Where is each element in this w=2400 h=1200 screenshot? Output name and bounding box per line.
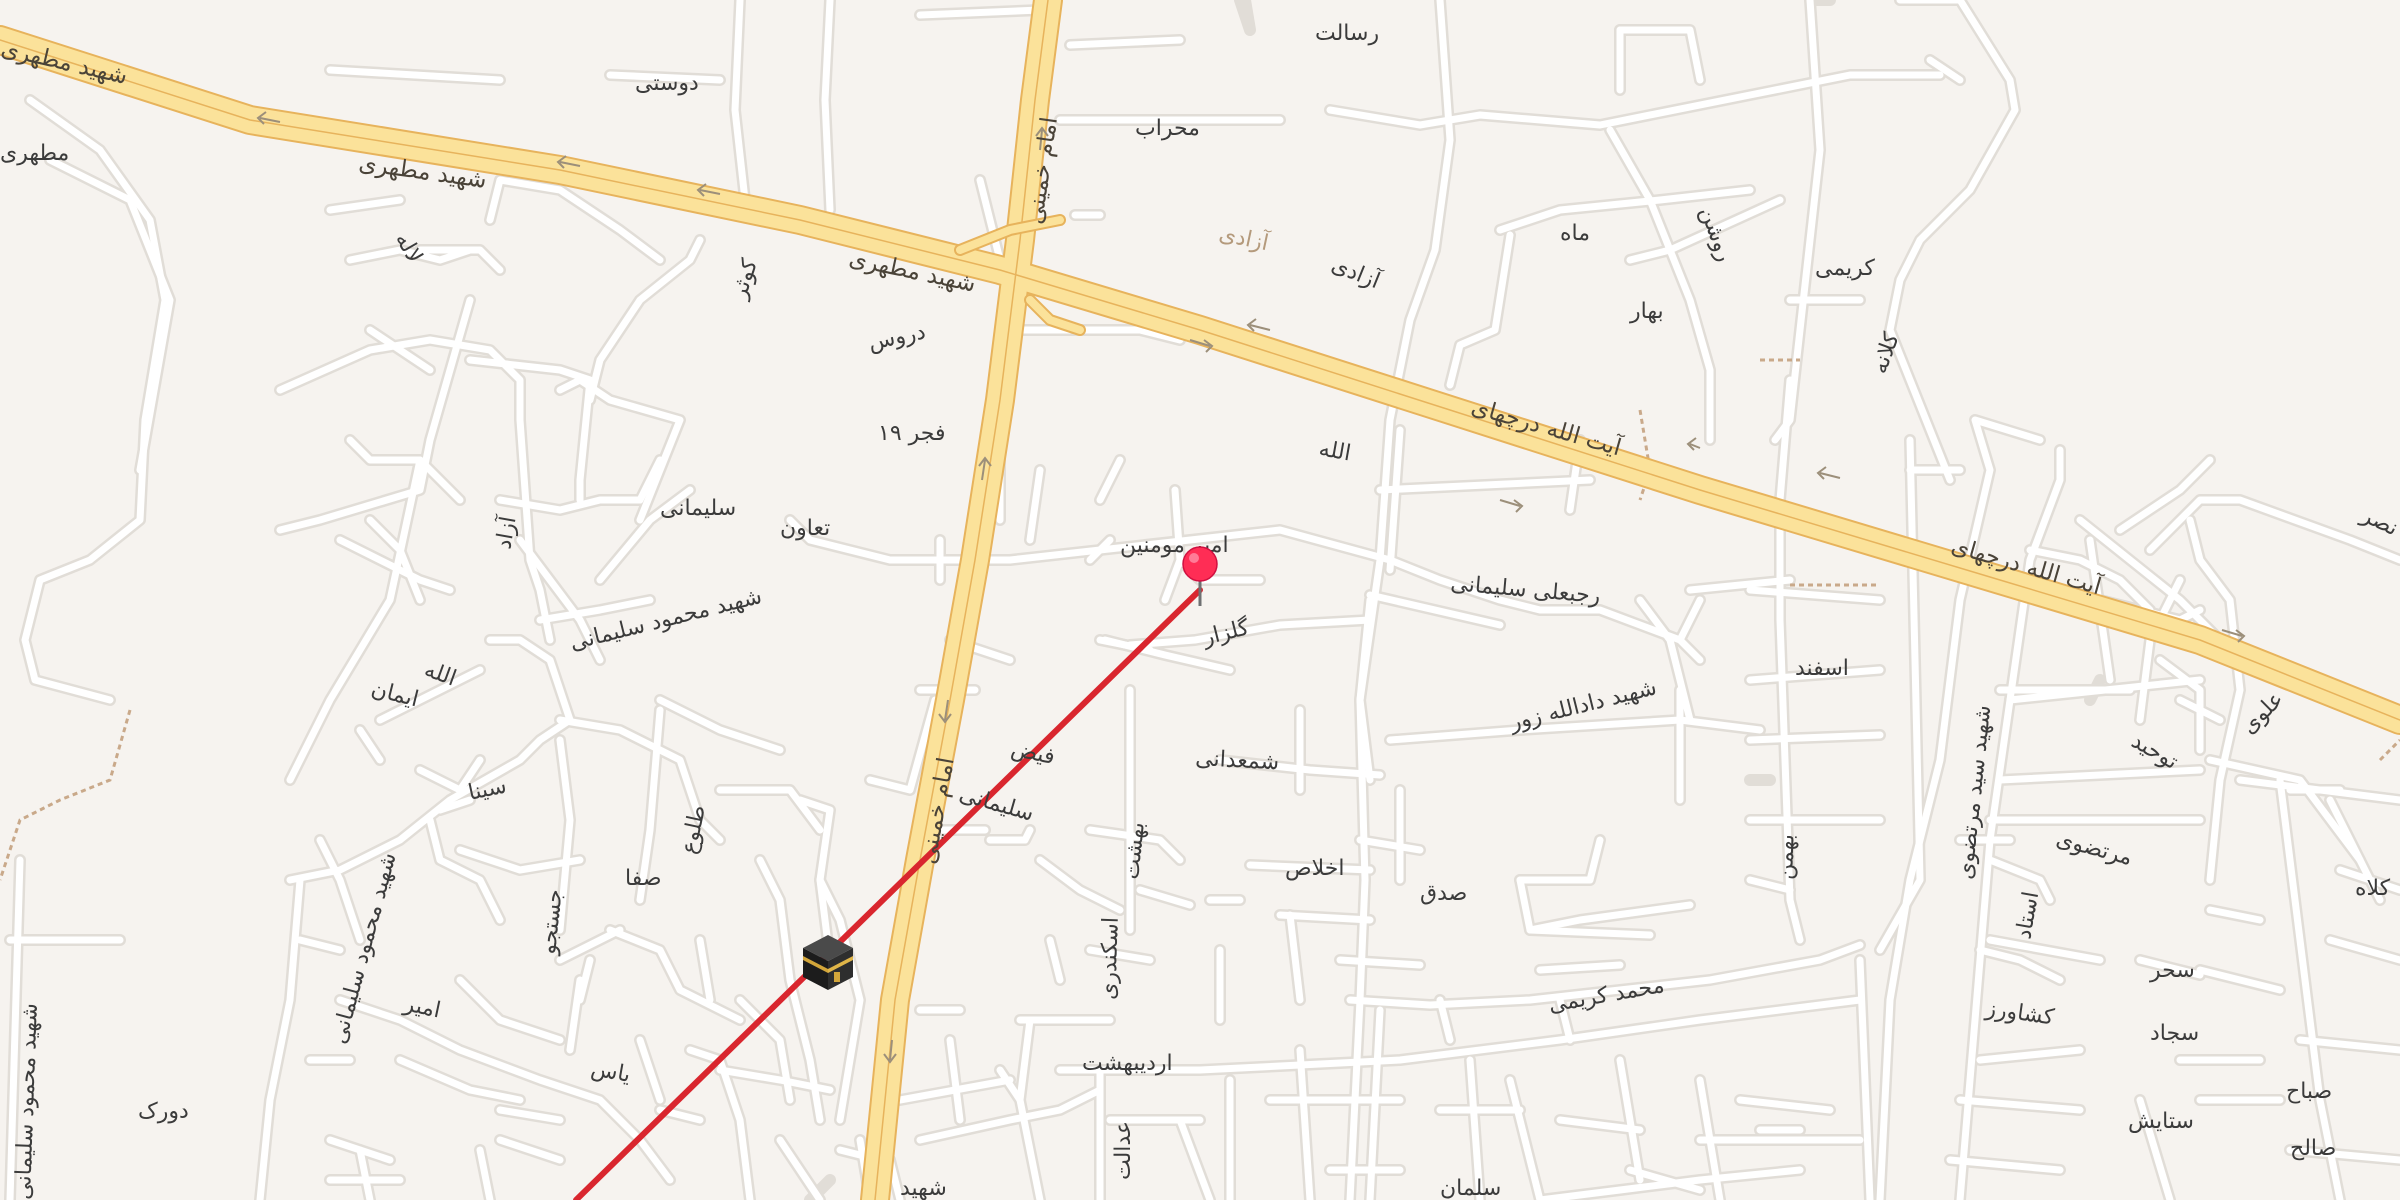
street-label: صالح (2290, 1136, 2336, 1161)
street-label: شهید (900, 1176, 947, 1200)
street-label: صباح (2286, 1079, 2332, 1104)
street-label: اخلاص (1285, 856, 1344, 881)
street-label: عدالت (1111, 1121, 1136, 1180)
street-label: اسفند (1795, 656, 1849, 681)
street-label: اسکندری (1096, 917, 1124, 1001)
street-label: سحر (2149, 958, 2195, 983)
street-label: مطهری (0, 141, 69, 166)
street-label: محراب (1135, 116, 1200, 141)
street-label: ستایش (2128, 1109, 2194, 1134)
street-label: فجر ۱۹ (878, 421, 946, 446)
street-label: بهمن (1773, 834, 1800, 881)
street-label: سلیمانی (660, 496, 736, 521)
map-canvas[interactable]: شهید مطهری شهید مطهری شهید مطهری مطهری ا… (0, 0, 2400, 1200)
street-label: کلاه (2355, 876, 2391, 901)
street-label: رسالت (1315, 21, 1379, 46)
street-label: سلمان (1440, 1176, 1501, 1200)
street-label: کریمی (1815, 256, 1875, 281)
street-label: اردیبهشت (1082, 1051, 1173, 1076)
street-label: صفا (625, 866, 662, 891)
street-label: صدق (1420, 881, 1467, 906)
street-label: دوستی (635, 71, 699, 96)
street-label: شمعدانی (1195, 746, 1280, 775)
street-label: ماه (1560, 221, 1590, 246)
street-label: بهار (1629, 299, 1664, 324)
street-label: تعاون (780, 516, 830, 541)
street-label: سجاد (2150, 1021, 2199, 1046)
street-label: دورک (138, 1099, 189, 1124)
